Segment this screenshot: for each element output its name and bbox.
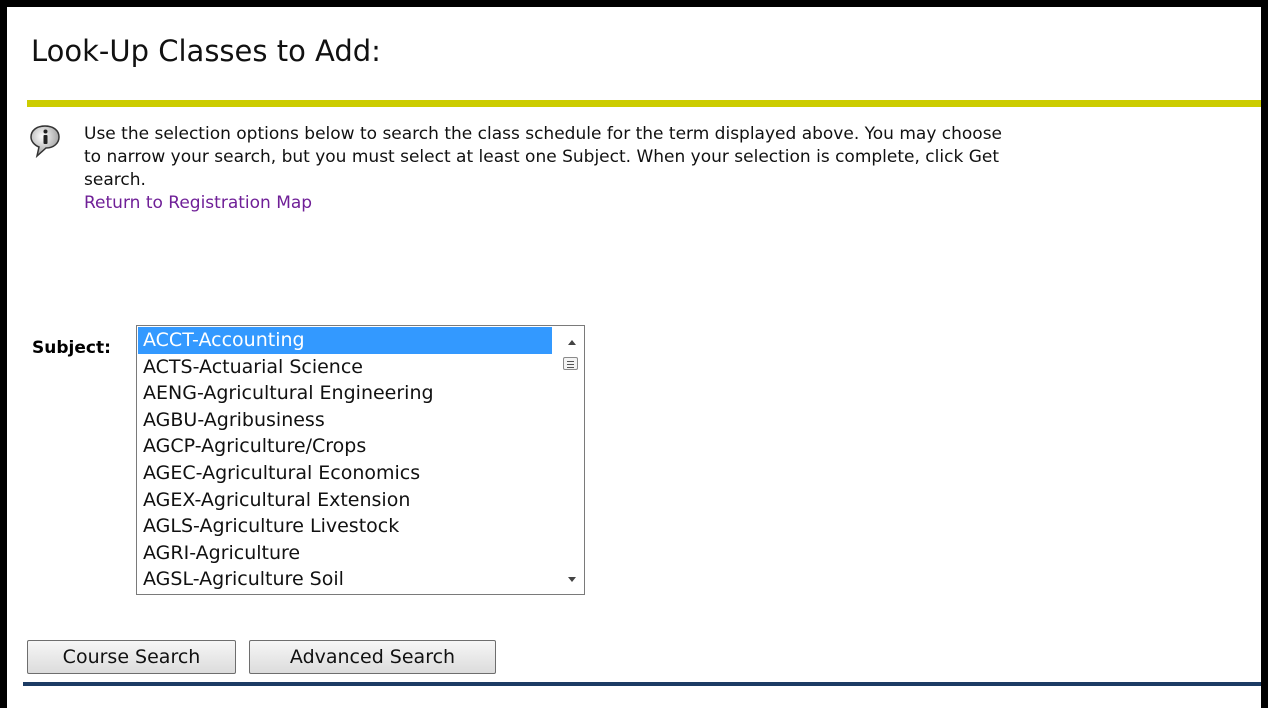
instructions-text: Use the selection options below to searc… — [84, 123, 1261, 215]
subject-option[interactable]: AGEC-Agricultural Economics — [138, 460, 552, 487]
advanced-search-button[interactable]: Advanced Search — [249, 640, 496, 674]
subject-option[interactable]: AENG-Agricultural Engineering — [138, 380, 552, 407]
instructions-line: Use the selection options below to searc… — [84, 124, 1003, 144]
subject-option[interactable]: AGSL-Agriculture Soil — [138, 566, 552, 593]
scroll-thumb-grip-icon[interactable] — [563, 357, 578, 370]
instructions-line: to narrow your search, but you must sele… — [84, 147, 999, 167]
scroll-down-arrow-icon[interactable] — [568, 577, 576, 582]
info-icon — [30, 125, 60, 159]
subject-option[interactable]: AGEX-Agricultural Extension — [138, 487, 552, 514]
subject-option[interactable]: AGRI-Agriculture — [138, 540, 552, 567]
subject-option[interactable]: AGCP-Agriculture/Crops — [138, 433, 552, 460]
subject-option[interactable]: ACCT-Accounting — [138, 327, 552, 354]
bottom-divider — [23, 682, 1261, 686]
subject-listbox[interactable]: ACCT-Accounting ACTS-Actuarial Science AEN… — [136, 325, 585, 595]
instructions-line: search. — [84, 170, 146, 190]
subject-option[interactable]: ACTS-Actuarial Science — [138, 354, 552, 381]
scroll-up-arrow-icon[interactable] — [568, 340, 576, 345]
page-container: Look-Up Classes to Add: Use the selectio… — [7, 7, 1261, 708]
title-divider — [27, 100, 1261, 107]
return-to-registration-map-link[interactable]: Return to Registration Map — [84, 192, 1261, 215]
subject-option[interactable]: AGLS-Agriculture Livestock — [138, 513, 552, 540]
course-search-button[interactable]: Course Search — [27, 640, 236, 674]
page-title: Look-Up Classes to Add: — [31, 34, 381, 68]
subject-scrollbar[interactable] — [559, 326, 584, 594]
subject-option[interactable]: AGBU-Agribusiness — [138, 407, 552, 434]
subject-options: ACCT-Accounting ACTS-Actuarial Science AEN… — [138, 327, 552, 593]
subject-label: Subject: — [32, 338, 111, 358]
